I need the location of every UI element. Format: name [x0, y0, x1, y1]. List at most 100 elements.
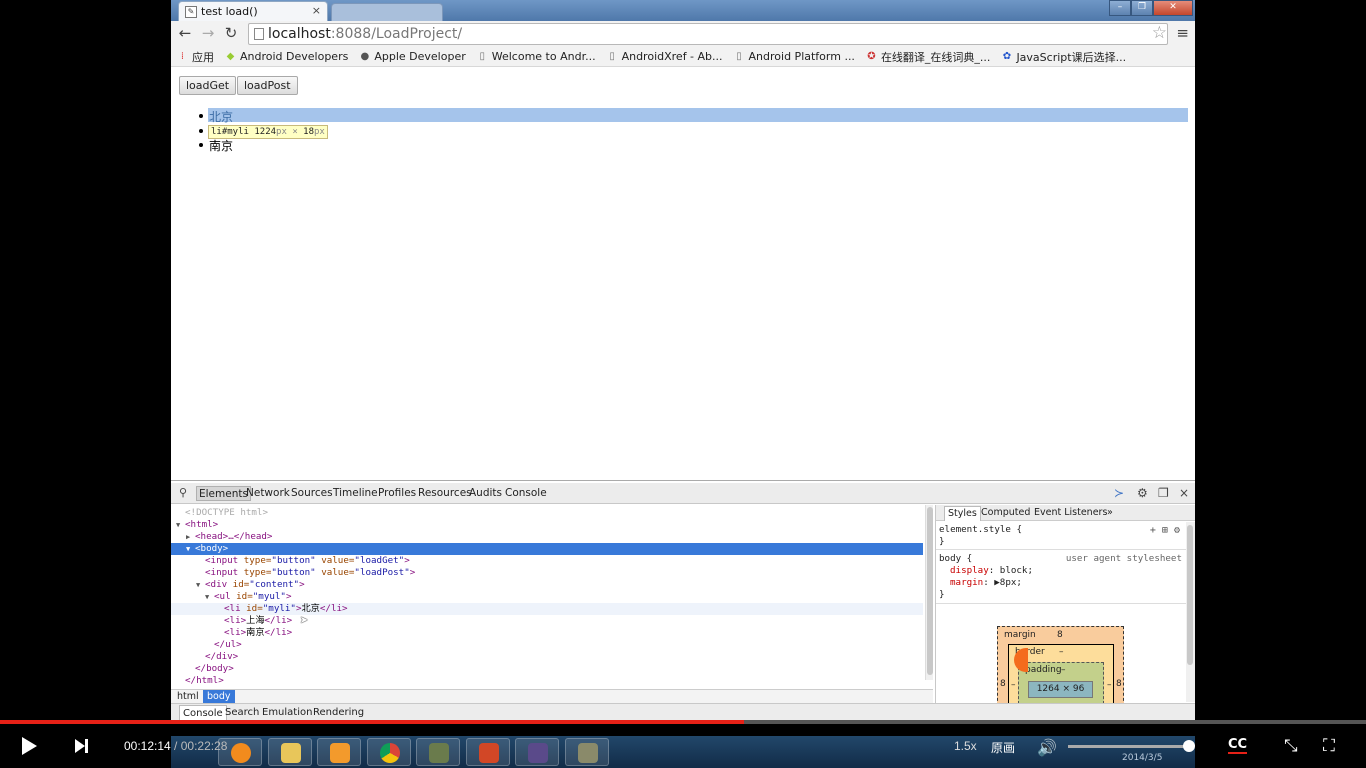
video-progress-bar[interactable] [0, 720, 1366, 724]
dom-line-input-post[interactable]: <input type="button" value="loadPost"> [171, 567, 923, 579]
dom-line-ul[interactable]: ▼ <ul id="myul"> [171, 591, 923, 603]
tab-computed[interactable]: Computed [978, 506, 1033, 520]
drawer-tab-console[interactable]: Console [179, 705, 227, 720]
tab-audits[interactable]: Audits [467, 486, 504, 501]
border-left-value[interactable]: – [1011, 680, 1016, 690]
margin-right-value[interactable]: 8 [1116, 679, 1122, 689]
dom-line-ul-close[interactable]: </ul> [171, 639, 923, 651]
rule-selector[interactable]: element.style { [936, 524, 1186, 536]
tab-close-icon[interactable]: × [312, 4, 321, 17]
bookmark-label: 应用 [192, 50, 214, 64]
bookmark-item[interactable]: ◆ Android Developers [225, 50, 349, 63]
bookmark-item[interactable]: ▯ Android Platform ... [734, 50, 855, 63]
dom-line-body-close[interactable]: </body> [171, 663, 923, 675]
apple-icon: ● [360, 51, 370, 62]
load-post-button[interactable]: loadPost [237, 76, 298, 95]
browser-tab-inactive[interactable] [331, 3, 443, 21]
tab-sources[interactable]: Sources [289, 486, 335, 501]
border-right-value[interactable]: – [1107, 680, 1112, 690]
console-drawer-icon[interactable]: ≻ [1114, 486, 1124, 500]
taskbar-app[interactable] [317, 738, 361, 766]
bookmark-item[interactable]: ▯ Welcome to Andr... [477, 50, 595, 63]
expand-triangle-icon[interactable]: ▼ [196, 579, 205, 591]
expand-triangle-icon[interactable]: ▼ [176, 519, 185, 531]
dom-line-html[interactable]: ▼ <html> [171, 519, 923, 531]
volume-icon[interactable]: 🔊 [1037, 738, 1057, 757]
dom-line-li[interactable]: <li>南京</li> [171, 627, 923, 639]
new-rule-icon[interactable]: + ⊞ ⚙ [1150, 525, 1180, 536]
bookmark-item[interactable]: ✿ JavaScript课后选择... [1001, 49, 1126, 65]
miniplayer-icon[interactable]: ⤡ [1284, 736, 1298, 756]
minimize-button[interactable]: – [1109, 0, 1131, 16]
dom-line-li-myli[interactable]: <li id="myli">北京</li> [171, 603, 923, 615]
taskbar-app[interactable] [466, 738, 510, 766]
load-get-button[interactable]: loadGet [179, 76, 237, 95]
fullscreen-icon[interactable]: ⛶ [1323, 736, 1335, 756]
restore-button[interactable]: ❐ [1131, 0, 1153, 16]
expand-triangle-icon[interactable]: ▼ [186, 543, 195, 555]
quality-button[interactable]: 原画 [991, 739, 1015, 756]
dom-line-doctype[interactable]: <!DOCTYPE html> [171, 507, 923, 519]
address-bar[interactable]: localhost:8088/LoadProject/ [248, 23, 1168, 45]
url-host: localhost [268, 26, 331, 42]
collapse-triangle-icon[interactable]: ▶ [186, 531, 195, 543]
bookmark-item[interactable]: ▯ AndroidXref - Ab... [607, 50, 722, 63]
taskbar-app[interactable] [367, 738, 411, 766]
gear-icon[interactable]: ⚙ [1137, 486, 1148, 500]
volume-slider-knob[interactable] [1183, 740, 1195, 752]
sidebar-scrollbar[interactable] [1186, 522, 1195, 702]
volume-slider[interactable] [1068, 745, 1188, 748]
taskbar-app[interactable] [268, 738, 312, 766]
tab-elements[interactable]: Elements [196, 486, 251, 501]
tab-styles[interactable]: Styles [944, 506, 981, 521]
reload-icon[interactable]: ↻ [221, 25, 241, 43]
browser-tab-active[interactable]: ✎ test load() × [178, 1, 328, 21]
tab-console[interactable]: Console [503, 486, 549, 501]
more-tabs-icon[interactable]: » [1104, 506, 1116, 520]
bookmark-item[interactable]: ⁞ 应用 [177, 49, 214, 65]
forward-arrow-icon[interactable]: → [198, 25, 218, 43]
drawer-tab-rendering[interactable]: Rendering [310, 705, 367, 720]
tab-event-listeners[interactable]: Event Listeners [1031, 506, 1110, 520]
tab-network[interactable]: Network [244, 486, 292, 501]
scrollbar-thumb[interactable] [1187, 525, 1193, 665]
scrollbar-thumb[interactable] [927, 507, 933, 675]
margin-left-value[interactable]: 8 [1000, 679, 1006, 689]
apps-grid-icon: ⁞ [180, 51, 185, 62]
play-icon[interactable] [22, 737, 37, 755]
tab-resources[interactable]: Resources [416, 486, 474, 501]
dom-line-div[interactable]: ▼ <div id="content"> [171, 579, 923, 591]
breadcrumb-html[interactable]: html [173, 690, 203, 703]
dom-line-input-get[interactable]: <input type="button" value="loadGet"> [171, 555, 923, 567]
margin-top-value[interactable]: 8 [1057, 630, 1063, 640]
padding-top-value[interactable]: – [1061, 665, 1066, 675]
box-model-content[interactable]: 1264 × 96 [1028, 681, 1093, 698]
taskbar-app[interactable] [515, 738, 559, 766]
dom-line-head[interactable]: ▶ <head>…</head> [171, 531, 923, 543]
taskbar-app[interactable] [565, 738, 609, 766]
tab-timeline[interactable]: Timeline [331, 486, 380, 501]
close-devtools-icon[interactable]: × [1179, 486, 1189, 500]
bookmark-item[interactable]: ✪ 在线翻译_在线词典_... [866, 49, 990, 65]
taskbar-app[interactable] [416, 738, 460, 766]
expand-triangle-icon[interactable]: ▼ [205, 591, 214, 603]
back-arrow-icon[interactable]: ← [175, 25, 195, 43]
captions-button[interactable]: CC [1228, 738, 1248, 754]
drawer-tab-search[interactable]: Search [222, 705, 262, 720]
bookmark-item[interactable]: ● Apple Developer [359, 50, 465, 63]
dom-line-div-close[interactable]: </div> [171, 651, 923, 663]
drawer-tab-emulation[interactable]: Emulation [259, 705, 315, 720]
menu-icon[interactable]: ≡ [1176, 24, 1189, 42]
dom-line-body[interactable]: ▼ <body> [171, 543, 923, 555]
dock-icon[interactable]: ❐ [1158, 486, 1169, 500]
border-top-value[interactable]: – [1059, 647, 1064, 657]
search-icon[interactable]: ⚲ [179, 486, 187, 499]
playback-speed-button[interactable]: 1.5x [954, 739, 977, 753]
close-window-button[interactable]: ✕ [1153, 0, 1193, 16]
breadcrumb-body[interactable]: body [203, 690, 235, 703]
elements-scrollbar[interactable] [925, 505, 933, 680]
dom-line-li[interactable]: <li>上海</li> [171, 615, 923, 627]
bookmark-star-icon[interactable]: ☆ [1152, 23, 1167, 43]
tab-profiles[interactable]: Profiles [376, 486, 418, 501]
dom-line-html-close[interactable]: </html> [171, 675, 923, 687]
